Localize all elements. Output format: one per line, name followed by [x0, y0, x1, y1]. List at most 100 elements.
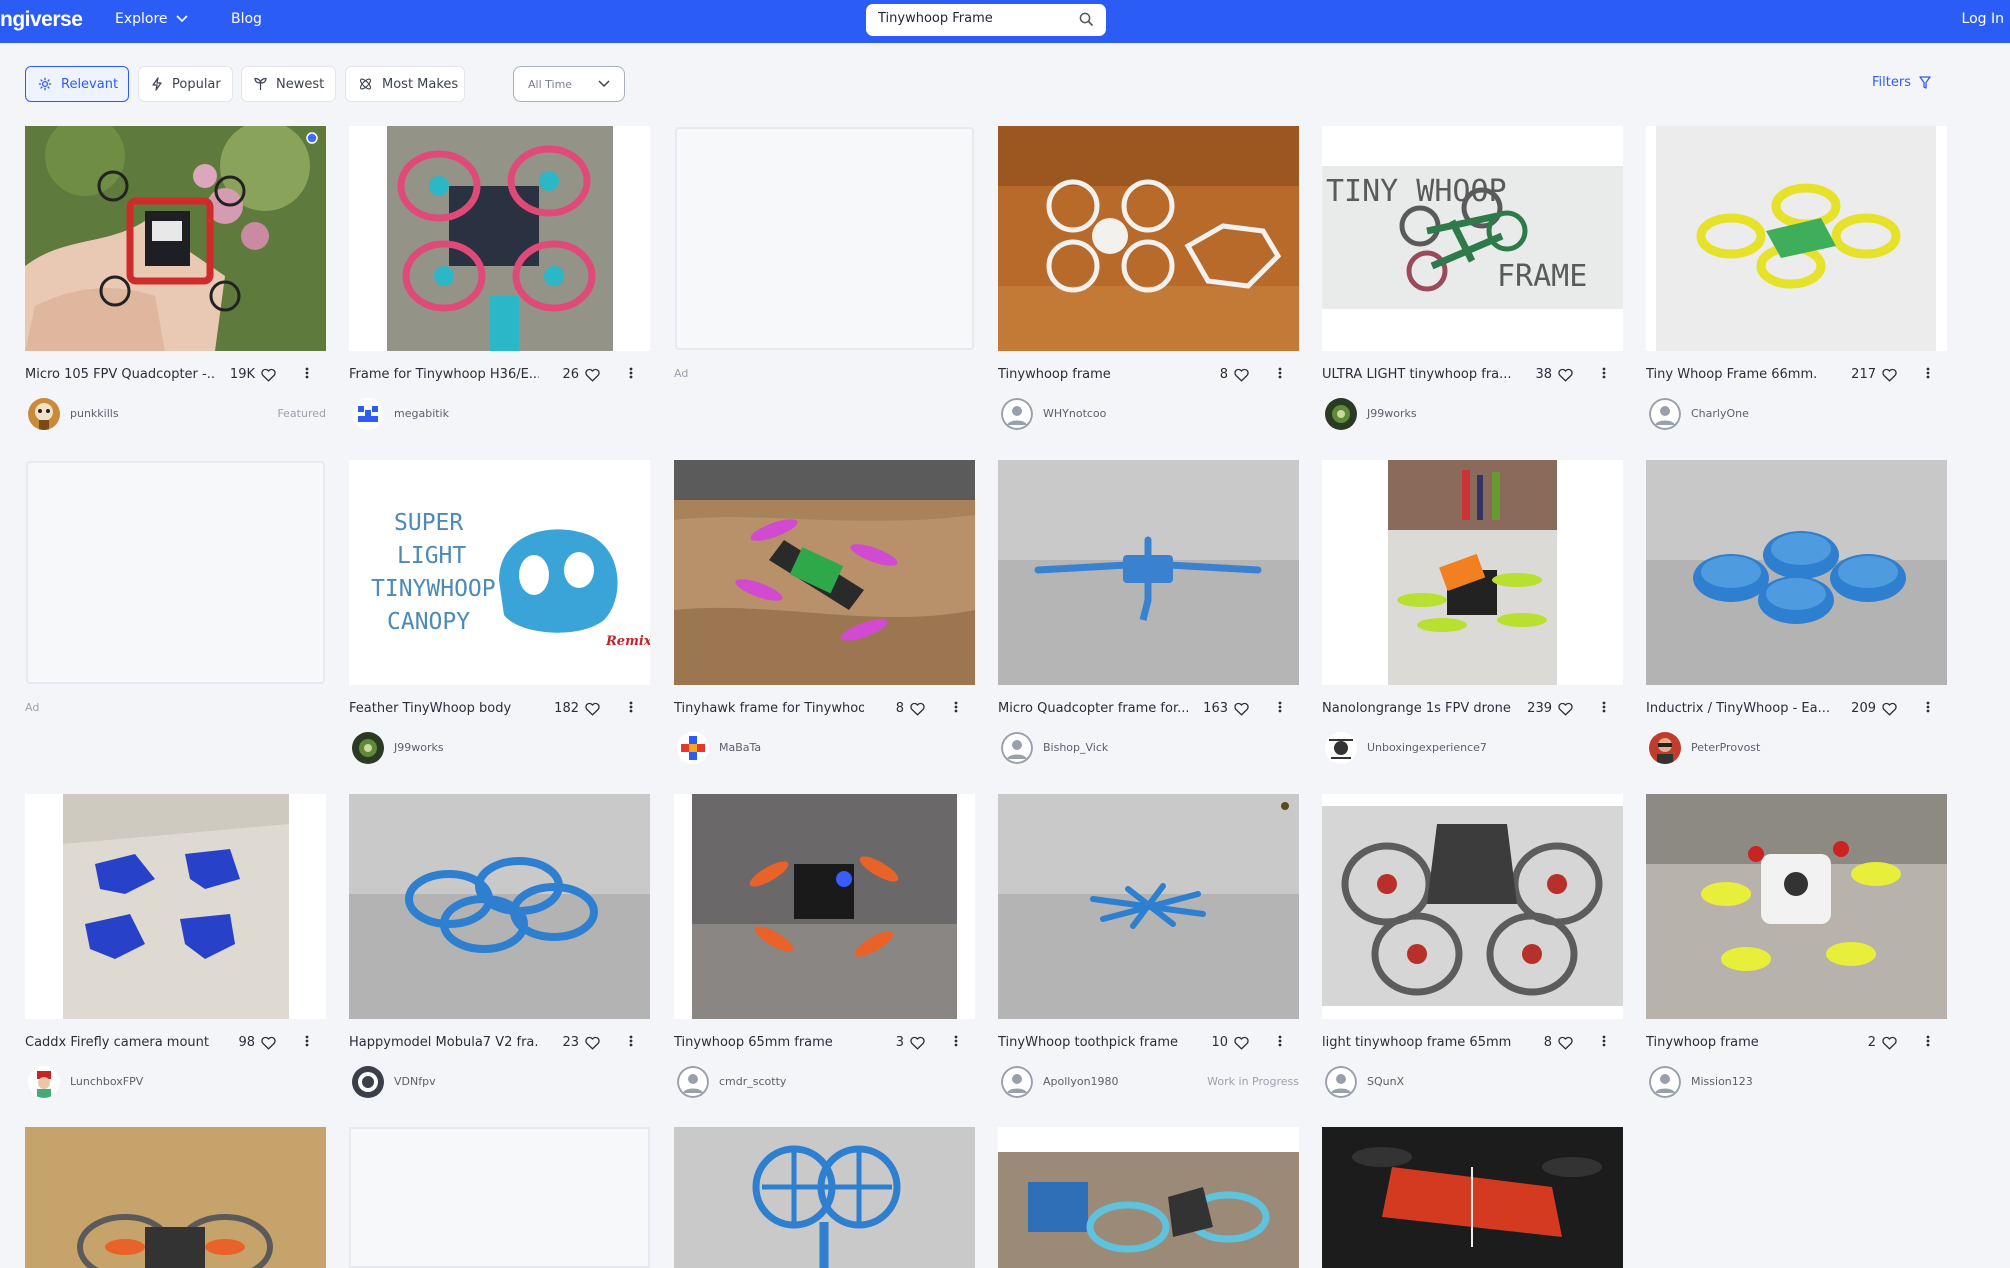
avatar[interactable]: [677, 732, 709, 764]
thing-title[interactable]: Tinywhoop frame: [998, 367, 1188, 382]
sort-relevant-button[interactable]: Relevant: [25, 66, 129, 102]
search-icon[interactable]: [1079, 12, 1094, 27]
more-options-icon[interactable]: [629, 1034, 633, 1048]
heart-icon[interactable]: [585, 702, 600, 716]
heart-icon[interactable]: [910, 1036, 925, 1050]
thing-title[interactable]: Feather TinyWhoop body: [349, 701, 539, 716]
heart-icon[interactable]: [1558, 702, 1573, 716]
more-options-icon[interactable]: [954, 700, 958, 714]
thing-thumbnail[interactable]: [674, 794, 975, 1019]
thing-title[interactable]: ULTRA LIGHT tinywhoop fra...: [1322, 367, 1512, 382]
thing-thumbnail[interactable]: [1322, 794, 1623, 1019]
heart-icon[interactable]: [1882, 368, 1897, 382]
sort-newest-button[interactable]: Newest: [241, 66, 336, 102]
thing-thumbnail[interactable]: [25, 1127, 326, 1268]
thing-thumbnail[interactable]: [349, 126, 650, 351]
more-options-icon[interactable]: [1602, 700, 1606, 714]
more-options-icon[interactable]: [305, 366, 309, 380]
more-options-icon[interactable]: [1926, 1034, 1930, 1048]
avatar[interactable]: [677, 1066, 709, 1098]
thing-thumbnail[interactable]: [674, 460, 975, 685]
creator-name[interactable]: WHYnotcoo: [1043, 407, 1106, 420]
thing-thumbnail[interactable]: [25, 126, 326, 351]
heart-icon[interactable]: [261, 368, 276, 382]
thing-thumbnail[interactable]: [25, 794, 326, 1019]
avatar[interactable]: [28, 1066, 60, 1098]
thing-title[interactable]: Micro Quadcopter frame for...: [998, 701, 1188, 716]
more-options-icon[interactable]: [1278, 700, 1282, 714]
more-options-icon[interactable]: [629, 366, 633, 380]
avatar[interactable]: [1001, 732, 1033, 764]
thing-title[interactable]: Frame for Tinywhoop H36/E...: [349, 367, 539, 382]
thing-thumbnail[interactable]: [1646, 460, 1947, 685]
more-options-icon[interactable]: [1278, 366, 1282, 380]
more-options-icon[interactable]: [1926, 366, 1930, 380]
thing-thumbnail[interactable]: [998, 460, 1299, 685]
heart-icon[interactable]: [585, 368, 600, 382]
avatar[interactable]: [352, 1066, 384, 1098]
ad-placeholder[interactable]: [26, 461, 325, 684]
thing-title[interactable]: light tinywhoop frame 65mm: [1322, 1035, 1512, 1050]
creator-name[interactable]: punkkills: [70, 407, 119, 420]
login-link[interactable]: Log In: [1962, 11, 2004, 27]
creator-name[interactable]: VDNfpv: [394, 1075, 436, 1088]
thing-thumbnail[interactable]: TINY WHOOP FRAME: [1322, 126, 1623, 351]
thing-title[interactable]: Tinyhawk frame for Tinywhoop: [674, 701, 864, 716]
thing-thumbnail[interactable]: [674, 1127, 975, 1268]
thing-thumbnail[interactable]: [998, 794, 1299, 1019]
heart-icon[interactable]: [1558, 368, 1573, 382]
creator-name[interactable]: LunchboxFPV: [70, 1075, 143, 1088]
thing-thumbnail[interactable]: [1646, 126, 1947, 351]
nav-blog[interactable]: Blog: [231, 11, 262, 27]
avatar[interactable]: [352, 732, 384, 764]
nav-explore[interactable]: Explore: [115, 11, 188, 27]
more-options-icon[interactable]: [954, 1034, 958, 1048]
heart-icon[interactable]: [261, 1036, 276, 1050]
heart-icon[interactable]: [1882, 702, 1897, 716]
thing-title[interactable]: TinyWhoop toothpick frame: [998, 1035, 1188, 1050]
heart-icon[interactable]: [1234, 368, 1249, 382]
more-options-icon[interactable]: [305, 1034, 309, 1048]
thing-title[interactable]: Tinywhoop frame: [1646, 1035, 1836, 1050]
creator-name[interactable]: SQunX: [1367, 1075, 1404, 1088]
thing-title[interactable]: Inductrix / TinyWhoop - Ea...: [1646, 701, 1836, 716]
creator-name[interactable]: Mission123: [1691, 1075, 1753, 1088]
avatar[interactable]: [28, 398, 60, 430]
thing-thumbnail[interactable]: [1322, 1127, 1623, 1268]
heart-icon[interactable]: [1234, 702, 1249, 716]
thing-thumbnail[interactable]: [998, 126, 1299, 351]
search-input[interactable]: [878, 11, 1068, 26]
thing-thumbnail[interactable]: [998, 1127, 1299, 1268]
avatar[interactable]: [1649, 1066, 1681, 1098]
thingiverse-logo[interactable]: ngiverse: [0, 8, 83, 32]
thing-title[interactable]: Micro 105 FPV Quadcopter -...: [25, 367, 215, 382]
thing-title[interactable]: Nanolongrange 1s FPV drone: [1322, 701, 1512, 716]
more-options-icon[interactable]: [1602, 1034, 1606, 1048]
avatar[interactable]: [1325, 1066, 1357, 1098]
more-options-icon[interactable]: [629, 700, 633, 714]
creator-name[interactable]: CharlyOne: [1691, 407, 1749, 420]
creator-name[interactable]: Bishop_Vick: [1043, 741, 1108, 754]
creator-name[interactable]: cmdr_scotty: [719, 1075, 786, 1088]
more-options-icon[interactable]: [1926, 700, 1930, 714]
thing-thumbnail[interactable]: [1646, 794, 1947, 1019]
avatar[interactable]: [1325, 732, 1357, 764]
thing-title[interactable]: Happymodel Mobula7 V2 fra...: [349, 1035, 539, 1050]
time-range-select[interactable]: All Time: [513, 66, 625, 102]
avatar[interactable]: [1001, 1066, 1033, 1098]
thing-thumbnail[interactable]: [349, 794, 650, 1019]
avatar[interactable]: [1001, 398, 1033, 430]
avatar[interactable]: [1649, 398, 1681, 430]
thing-title[interactable]: Tiny Whoop Frame 66mm.: [1646, 367, 1836, 382]
more-options-icon[interactable]: [1278, 1034, 1282, 1048]
filters-button[interactable]: Filters: [1872, 75, 1931, 90]
more-options-icon[interactable]: [1602, 366, 1606, 380]
creator-name[interactable]: megabitik: [394, 407, 449, 420]
thing-title[interactable]: Caddx Firefly camera mount: [25, 1035, 215, 1050]
heart-icon[interactable]: [1558, 1036, 1573, 1050]
heart-icon[interactable]: [910, 702, 925, 716]
heart-icon[interactable]: [1234, 1036, 1249, 1050]
creator-name[interactable]: PeterProvost: [1691, 741, 1760, 754]
creator-name[interactable]: MaBaTa: [719, 741, 761, 754]
heart-icon[interactable]: [585, 1036, 600, 1050]
